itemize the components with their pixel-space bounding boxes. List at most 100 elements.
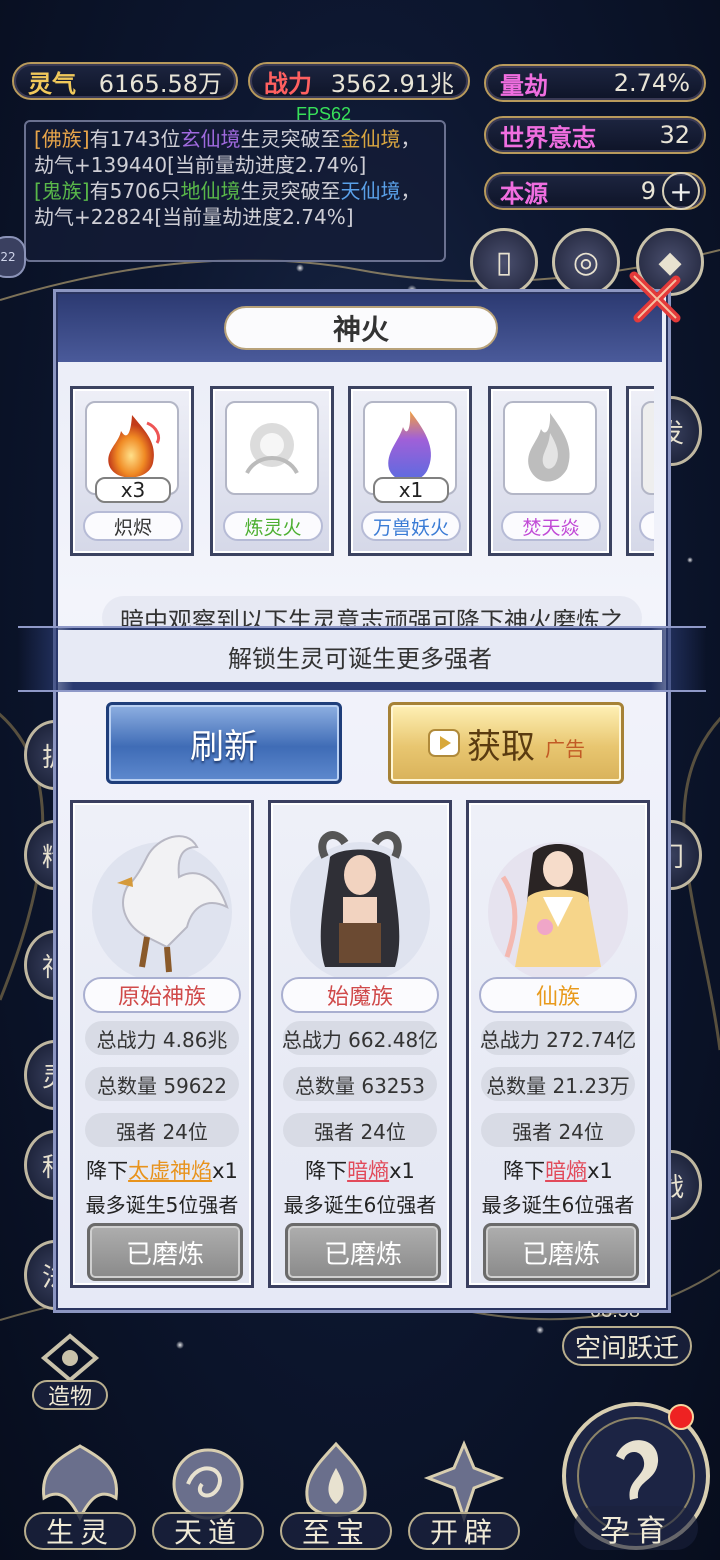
stat-lingqi: 灵气 6165.58万 xyxy=(12,62,238,100)
race-card[interactable]: 仙族 总战力 272.74亿 总数量 21.23万 强者 24位 降下暗熵x1 … xyxy=(466,800,650,1288)
race-strong: 强者 24位 xyxy=(481,1113,635,1147)
race-portrait xyxy=(87,817,237,977)
log-realm: 玄仙境 xyxy=(180,127,241,151)
fire-count: x1 xyxy=(373,477,449,503)
log-text: 有1743位 xyxy=(89,127,181,151)
kongjian-button[interactable]: 空间跃迁 xyxy=(562,1326,692,1366)
race-portrait xyxy=(285,817,435,977)
race-max-strong: 最多诞生6位强者 xyxy=(481,1193,635,1217)
stat-liangjie-value: 2.74% xyxy=(613,69,690,97)
fire-card[interactable]: 太 xyxy=(626,386,654,556)
stat-zhanli-label: 战力 xyxy=(264,69,312,98)
log-entry: [佛族]有1743位玄仙境生灵突破至金仙境，劫气+139440[当前量劫进度2.… xyxy=(34,126,436,178)
drop-prefix: 降下 xyxy=(503,1159,546,1183)
log-text: 有5706只 xyxy=(89,179,181,203)
stat-benyuan[interactable]: 本源 9 + xyxy=(484,172,706,210)
race-drop: 降下暗熵x1 xyxy=(469,1155,647,1185)
stat-benyuan-value: 9 xyxy=(640,177,656,205)
log-text: 生灵突破至 xyxy=(240,127,341,151)
refresh-button[interactable]: 刷新 xyxy=(106,702,342,784)
get-ad-button[interactable]: 获取 广告 xyxy=(388,702,624,784)
stat-lingqi-label: 灵气 xyxy=(28,69,76,98)
yuyu-label: 孕育 xyxy=(574,1506,698,1550)
stat-shijie-value: 32 xyxy=(659,121,690,149)
compass-icon[interactable]: ◎ xyxy=(552,228,620,296)
drop-item-link[interactable]: 暗熵 xyxy=(545,1159,587,1183)
refresh-label: 刷新 xyxy=(190,726,258,767)
fire-name: 炼灵火 xyxy=(223,511,323,541)
stat-liangjie-label: 量劫 xyxy=(500,71,548,100)
log-race: [鬼族] xyxy=(34,179,90,203)
race-strong: 强者 24位 xyxy=(85,1113,239,1147)
race-power: 总战力 272.74亿 xyxy=(480,1021,636,1055)
drop-suffix: x1 xyxy=(587,1159,613,1183)
fire-count: x3 xyxy=(95,477,171,503)
refined-button[interactable]: 已磨炼 xyxy=(87,1223,243,1281)
zaowu-emblem-icon xyxy=(40,1333,100,1383)
nav-label: 至宝 xyxy=(280,1512,392,1550)
fire-image xyxy=(225,401,319,495)
fire-image xyxy=(503,401,597,495)
unlock-banner: 解锁生灵可诞生更多强者 xyxy=(58,630,662,682)
stat-benyuan-label: 本源 xyxy=(500,179,548,208)
race-strong: 强者 24位 xyxy=(283,1113,437,1147)
log-realm: 天仙境 xyxy=(340,179,401,203)
log-race: [佛族] xyxy=(34,127,90,151)
stat-zhanli-value: 3562.91兆 xyxy=(330,69,454,98)
dialog-title: 神火 xyxy=(224,306,498,350)
log-text: 生灵突破至 xyxy=(240,179,341,203)
fire-name: 太 xyxy=(639,511,654,541)
fire-name: 炽烬 xyxy=(83,511,183,541)
race-max-strong: 最多诞生6位强者 xyxy=(283,1193,437,1217)
refined-button[interactable]: 已磨炼 xyxy=(483,1223,639,1281)
chat-button[interactable]: 22 xyxy=(0,236,26,278)
stat-shijie-label: 世界意志 xyxy=(500,123,596,152)
notification-dot xyxy=(668,1404,694,1430)
drop-suffix: x1 xyxy=(389,1159,415,1183)
scroll-icon[interactable]: ▯ xyxy=(470,228,538,296)
fire-card[interactable]: x1 万兽妖火 xyxy=(348,386,472,556)
race-card[interactable]: 原始神族 总战力 4.86兆 总数量 59622 强者 24位 降下太虚神焰x1… xyxy=(70,800,254,1288)
drop-item-link[interactable]: 太虚神焰 xyxy=(128,1159,212,1183)
fire-list[interactable]: x3 炽烬 炼灵火 x1 万兽妖火 焚天焱 太 xyxy=(70,386,654,562)
close-icon[interactable] xyxy=(622,266,686,330)
stat-lingqi-value: 6165.58万 xyxy=(98,69,222,98)
fire-card[interactable]: 炼灵火 xyxy=(210,386,334,556)
fire-name: 万兽妖火 xyxy=(361,511,461,541)
race-count: 总数量 21.23万 xyxy=(481,1067,635,1101)
race-drop: 降下太虚神焰x1 xyxy=(73,1155,251,1185)
race-card[interactable]: 始魔族 总战力 662.48亿 总数量 63253 强者 24位 降下暗熵x1 … xyxy=(268,800,452,1288)
race-name: 原始神族 xyxy=(83,977,241,1013)
nav-shengling[interactable]: 生灵 xyxy=(20,1438,140,1554)
fire-image xyxy=(641,401,654,495)
race-drop: 降下暗熵x1 xyxy=(271,1155,449,1185)
zaowu-label: 造物 xyxy=(32,1380,108,1410)
nav-tiandao[interactable]: 天道 xyxy=(148,1438,268,1554)
stat-shijie[interactable]: 世界意志 32 xyxy=(484,116,706,154)
play-ad-icon xyxy=(428,729,460,757)
nav-zhibao[interactable]: 至宝 xyxy=(276,1438,396,1554)
ad-label: 广告 xyxy=(545,736,585,761)
fire-card[interactable]: 焚天焱 xyxy=(488,386,612,556)
race-power: 总战力 4.86兆 xyxy=(85,1021,239,1055)
log-entry: [鬼族]有5706只地仙境生灵突破至天仙境，劫气+22824[当前量劫进度2.7… xyxy=(34,178,436,230)
race-count: 总数量 63253 xyxy=(283,1067,437,1101)
nav-kaipi[interactable]: 开辟 xyxy=(404,1438,524,1554)
refined-button[interactable]: 已磨炼 xyxy=(285,1223,441,1281)
event-log[interactable]: [佛族]有1743位玄仙境生灵突破至金仙境，劫气+139440[当前量劫进度2.… xyxy=(24,120,446,262)
drop-item-link[interactable]: 暗熵 xyxy=(347,1159,389,1183)
race-portrait xyxy=(483,817,633,977)
stat-liangjie[interactable]: 量劫 2.74% xyxy=(484,64,706,102)
race-count: 总数量 59622 xyxy=(85,1067,239,1101)
fire-name: 焚天焱 xyxy=(501,511,601,541)
race-name: 仙族 xyxy=(479,977,637,1013)
nav-label: 生灵 xyxy=(24,1512,136,1550)
race-power: 总战力 662.48亿 xyxy=(282,1021,438,1055)
zaowu-button[interactable]: 造物 xyxy=(26,1332,114,1414)
drop-suffix: x1 xyxy=(212,1159,238,1183)
nav-label: 天道 xyxy=(152,1512,264,1550)
nav-label: 开辟 xyxy=(408,1512,520,1550)
fire-card[interactable]: x3 炽烬 xyxy=(70,386,194,556)
shenhuo-dialog: 神火 x3 炽烬 炼灵火 x1 万兽妖火 焚天焱 暗中观察到以下生灵意志顽强可降… xyxy=(18,292,706,1310)
add-benyuan-button[interactable]: + xyxy=(662,172,700,210)
